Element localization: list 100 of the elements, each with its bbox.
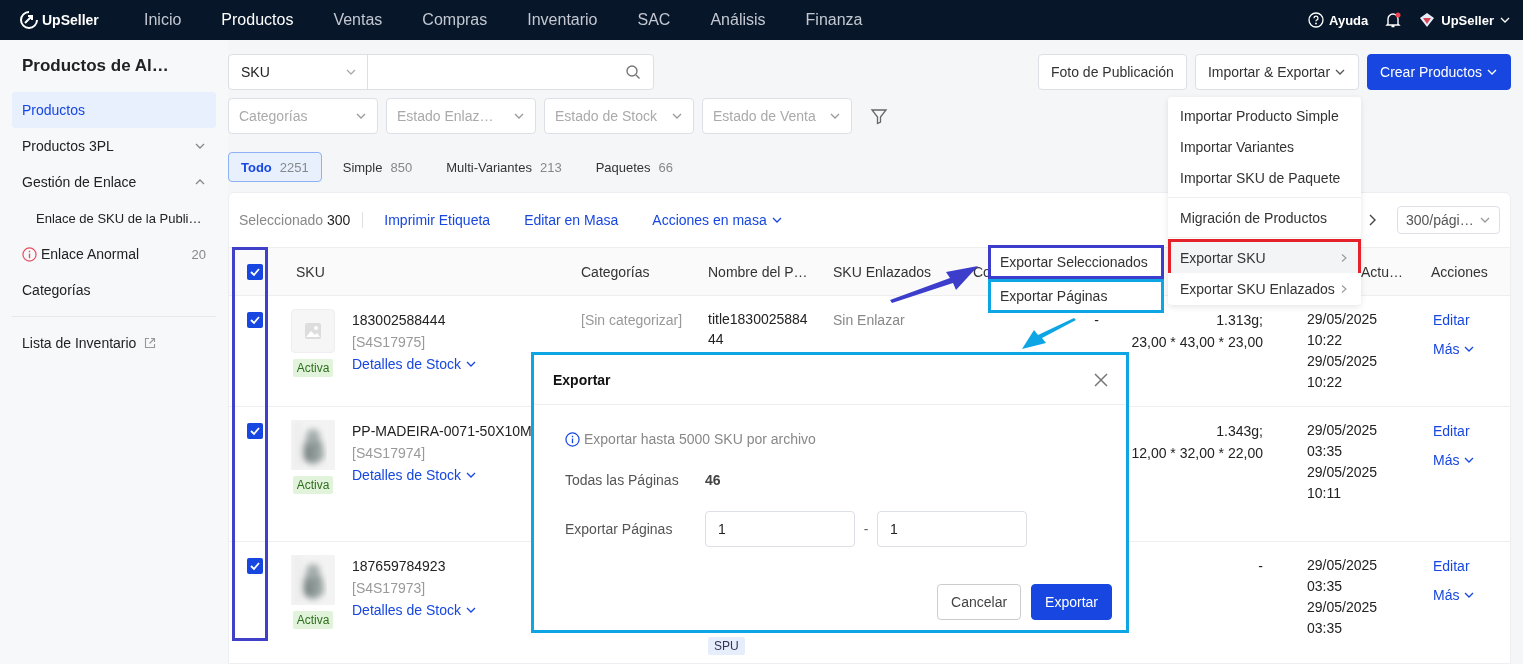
dialog-title: Exportar [553, 371, 611, 388]
close-icon[interactable] [1094, 372, 1108, 387]
page-to-input[interactable]: 1 [877, 511, 1027, 547]
row-checkbox[interactable] [247, 558, 263, 574]
bulk-action-link[interactable]: Editar en Masa [524, 212, 619, 228]
bulk-action-link[interactable]: Imprimir Etiqueta [384, 212, 491, 228]
page-size-select[interactable]: 300/pági… [1397, 206, 1500, 234]
product-name: title183002588444 [708, 310, 809, 349]
menu-item[interactable]: Exportar SKU Enlazados [1168, 273, 1361, 304]
tab[interactable]: Multi-Variantes 213 [433, 152, 575, 182]
nav-item[interactable]: Inicio [144, 11, 182, 29]
chevron-right-icon [1339, 252, 1349, 263]
nav-item[interactable]: Compras [422, 11, 488, 29]
sidebar-item[interactable]: Enlace de SKU de la Publi… [12, 200, 216, 236]
search-field[interactable]: SKU [228, 54, 654, 90]
logo-icon [20, 11, 38, 29]
info-icon [565, 431, 580, 447]
more-link[interactable]: Más [1433, 449, 1476, 471]
sku-text: PP-MADEIRA-0071-50X10M [352, 422, 532, 441]
nav-item[interactable]: Ventas [333, 11, 383, 29]
annotation-arrow [1022, 318, 1076, 349]
page-total: 46 [705, 472, 721, 488]
edit-link[interactable]: Editar [1433, 555, 1470, 577]
alert-icon [22, 246, 37, 262]
menu-item[interactable]: Importar Producto Simple [1168, 100, 1361, 131]
nav-item[interactable]: SAC [637, 11, 671, 29]
notice-text: Exportar hasta 5000 SKU por archivo [584, 431, 816, 447]
nav-item[interactable]: Inventario [527, 11, 598, 29]
brand-name: UpSeller [42, 12, 99, 28]
sku-code: [S4S17975] [352, 333, 426, 352]
tab[interactable]: Todo 2251 [228, 152, 322, 182]
selection-count: Seleccionado 300 [239, 212, 364, 228]
weight-text: 1.313g; [1216, 311, 1263, 330]
column-header: Categorías [580, 263, 651, 280]
menu-item[interactable]: Importar Variantes [1168, 131, 1361, 162]
sidebar-item[interactable]: Productos 3PL [12, 128, 216, 164]
bulk-action-link[interactable]: Acciones en masa [652, 212, 783, 228]
search-icon[interactable] [625, 64, 641, 80]
sidebar-item[interactable]: Enlace Anormal 20 [12, 236, 216, 272]
tab[interactable]: Simple 850 [329, 152, 426, 182]
row-checkbox[interactable] [247, 423, 263, 439]
sidebar-item[interactable]: Categorías [12, 272, 216, 308]
help-link[interactable]: Ayuda [1308, 12, 1369, 28]
select-all-checkbox[interactable] [247, 263, 263, 280]
cancel-button[interactable]: Cancelar [937, 584, 1022, 620]
stock-details-link[interactable]: Detalles de Stock [352, 599, 477, 621]
date-text: 29/05/2025 03:35 [1307, 421, 1379, 461]
nav-item[interactable]: Finanza [805, 11, 863, 29]
field-label: Todas las Páginas [565, 472, 680, 488]
date-text: 29/05/2025 03:35 [1307, 598, 1379, 638]
table-cell-text: - [1094, 311, 1099, 330]
status-tag: Activa [292, 476, 334, 494]
edit-link[interactable]: Editar [1433, 420, 1470, 442]
filter-icon[interactable] [870, 107, 888, 125]
date-text: 29/05/2025 03:35 [1307, 556, 1379, 596]
nav-item[interactable]: Productos [221, 11, 294, 29]
menu-item[interactable]: Importar SKU de Paquete [1168, 162, 1361, 193]
date-text: 29/05/2025 10:22 [1307, 352, 1379, 392]
sidebar-item[interactable]: Lista de Inventario [12, 325, 216, 361]
more-link[interactable]: Más [1433, 584, 1476, 606]
submenu-item[interactable]: Exportar Seleccionados [988, 245, 1164, 279]
avatar-logo [1418, 11, 1437, 29]
toolbar-button[interactable]: Foto de Publicación [1037, 54, 1187, 90]
menu-item[interactable]: Migración de Productos [1168, 202, 1361, 233]
more-link[interactable]: Más [1433, 338, 1476, 360]
column-header: SKU [295, 263, 326, 280]
create-button[interactable]: Crear Productos [1367, 54, 1511, 90]
sidebar-item[interactable]: Productos [12, 92, 216, 128]
sidebar-title: Productos de Al… [21, 56, 170, 77]
bell-icon[interactable] [1384, 11, 1403, 29]
row-checkbox[interactable] [247, 312, 263, 328]
menu-button[interactable]: Importar & Exportar [1194, 54, 1360, 90]
field-label: Exportar Páginas [565, 521, 674, 537]
edit-link[interactable]: Editar [1433, 309, 1470, 331]
category-text: [Sin categorizar] [581, 312, 683, 328]
sku-code: [S4S17974] [352, 444, 426, 463]
stock-details-link[interactable]: Detalles de Stock [352, 353, 477, 375]
weight-text: 1.343g; [1216, 422, 1263, 441]
date-text: 29/05/2025 10:11 [1307, 463, 1379, 503]
help-icon [1308, 12, 1324, 28]
nav-item[interactable]: Análisis [710, 11, 766, 29]
column-header: Acciones [1430, 263, 1489, 280]
range-separator: - [862, 521, 870, 537]
weight-text: 23,00 * 43,00 * 23,00 [1131, 333, 1263, 352]
page-from-input[interactable]: 1 [705, 511, 855, 547]
column-header: SKU Enlazados [832, 263, 933, 280]
column-header: Nombre del P… [707, 263, 809, 280]
stock-details-link[interactable]: Detalles de Stock [352, 464, 477, 486]
sku-text: 183002588444 [352, 311, 446, 330]
sku-text: 187659784923 [352, 557, 446, 576]
account-menu[interactable]: UpSeller [1418, 11, 1511, 29]
submenu-item[interactable]: Exportar Páginas [988, 279, 1164, 313]
status-tag: Activa [292, 359, 334, 377]
weight-text: 12,00 * 32,00 * 22,00 [1131, 444, 1263, 463]
external-link-icon [144, 337, 157, 349]
status-tag: Activa [292, 611, 334, 629]
tab[interactable]: Paquetes 66 [582, 152, 687, 182]
chevron-right-icon [1339, 283, 1349, 294]
sidebar-item[interactable]: Gestión de Enlace [12, 164, 216, 200]
export-button[interactable]: Exportar [1031, 584, 1112, 620]
